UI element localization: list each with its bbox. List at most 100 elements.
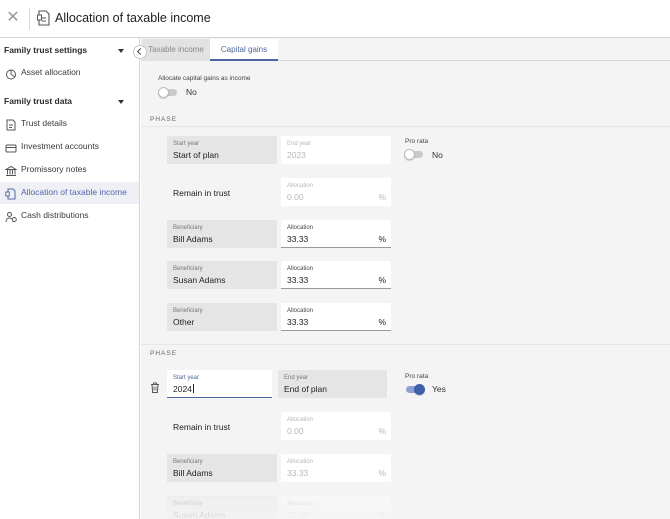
field-label: Allocation [287, 459, 314, 465]
field-value: 2023 [287, 150, 306, 160]
beneficiary-field[interactable]: Beneficiary Susan Adams [167, 496, 277, 519]
field-value: 0.00 [287, 426, 304, 436]
field-label: Allocation [287, 501, 314, 507]
chevron-down-icon[interactable] [118, 100, 124, 104]
field-value: End of plan [284, 384, 328, 394]
field-label: End year [287, 141, 312, 147]
field-label: Start year [173, 141, 200, 147]
field-label: End year [284, 375, 309, 381]
field-value: Other [173, 317, 195, 327]
beneficiary-field[interactable]: Beneficiary Bill Adams [167, 220, 277, 248]
percent-unit: % [378, 234, 386, 244]
remain-in-trust-label: Remain in trust [173, 422, 231, 432]
field-label: Beneficiary [173, 459, 203, 465]
divider [141, 344, 670, 345]
divider [29, 8, 30, 30]
allocation-field[interactable]: Allocation 33.33 % [281, 496, 391, 519]
field-label: Beneficiary [173, 225, 203, 231]
pro-rata-label: Pro rata [405, 373, 429, 380]
field-value: 2024 [173, 384, 194, 394]
allocation-field[interactable]: Allocation 0.00 % [281, 412, 391, 440]
allocation-field[interactable]: Allocation 33.33 % [281, 303, 391, 331]
sidebar-item-label: Cash distributions [21, 210, 89, 220]
field-label: Allocation [287, 225, 314, 231]
sidebar-heading-data[interactable]: Family trust data [4, 96, 72, 106]
allocation-field[interactable]: Allocation 33.33 % [281, 220, 391, 248]
sidebar-item-asset-allocation[interactable]: Asset allocation [0, 62, 139, 84]
allocation-field[interactable]: Allocation 0.00 % [281, 178, 391, 206]
percent-unit: % [378, 510, 386, 519]
field-value: 33.33 [287, 317, 309, 327]
start-year-field[interactable]: Start year Start of plan [167, 136, 277, 164]
beneficiary-field[interactable]: Beneficiary Bill Adams [167, 454, 277, 482]
sidebar-item-label: Allocation of taxable income [21, 187, 127, 197]
end-year-field[interactable]: End year End of plan [278, 370, 387, 398]
field-value: Susan Adams [173, 275, 226, 285]
field-value: Susan Adams [173, 510, 226, 519]
field-label: Start year [173, 375, 200, 381]
tab-taxable-income[interactable]: Taxable income [142, 39, 210, 61]
percent-unit: % [378, 275, 386, 285]
sidebar-item-label: Trust details [21, 118, 67, 128]
start-year-input[interactable]: Start year 2024 [167, 370, 272, 398]
allocation-field[interactable]: Allocation 33.33 % [281, 261, 391, 289]
sidebar: Family trust settings Asset allocation F… [0, 38, 140, 519]
sidebar-item-trust-details[interactable]: Trust details [0, 113, 139, 135]
sidebar-item-allocation-of-taxable-income[interactable]: Allocation of taxable income [0, 182, 139, 204]
allocation-field[interactable]: Allocation 33.33 % [281, 454, 391, 482]
capital-gains-toggle[interactable] [158, 87, 178, 98]
tab-capital-gains[interactable]: Capital gains [210, 39, 278, 61]
field-value: 0.00 [287, 192, 304, 202]
sidebar-heading-settings[interactable]: Family trust settings [4, 45, 87, 55]
building-icon [4, 164, 18, 176]
collapse-sidebar-button[interactable] [133, 45, 147, 59]
field-value: 33.33 [287, 468, 309, 478]
pro-rata-toggle[interactable] [404, 149, 424, 160]
close-icon[interactable]: ✕ [4, 9, 22, 27]
top-bar: ✕ Allocation of taxable income [0, 0, 670, 38]
person-money-icon [5, 210, 17, 223]
beneficiary-field[interactable]: Beneficiary Other [167, 303, 277, 331]
pie-chart-icon [5, 67, 17, 80]
remain-in-trust-label: Remain in trust [173, 188, 231, 198]
field-value: Start of plan [173, 150, 219, 160]
field-value: 33.33 [287, 275, 309, 285]
sidebar-item-investment-accounts[interactable]: Investment accounts [0, 136, 139, 158]
percent-unit: % [378, 468, 386, 478]
trash-icon[interactable] [150, 380, 160, 393]
sidebar-item-label: Asset allocation [21, 67, 81, 77]
end-year-field[interactable]: End year 2023 [281, 136, 391, 164]
sidebar-item-promissory-notes[interactable]: Promissory notes [0, 159, 139, 181]
sidebar-item-label: Investment accounts [21, 141, 99, 151]
sidebar-item-cash-distributions[interactable]: Cash distributions [0, 205, 139, 227]
phase-heading: PHASE [150, 116, 178, 123]
pro-rata-toggle[interactable] [404, 384, 425, 395]
main-content: Taxable income Capital gains Allocate ca… [141, 38, 670, 519]
tab-bar: Taxable income Capital gains [141, 38, 670, 61]
card-icon [5, 141, 17, 153]
beneficiary-field[interactable]: Beneficiary Susan Adams [167, 261, 277, 289]
divider [141, 126, 670, 127]
field-label: Allocation [287, 308, 314, 314]
field-label: Allocation [287, 417, 314, 423]
field-label: Beneficiary [173, 266, 203, 272]
pro-rata-label: Pro rata [405, 138, 429, 145]
percent-unit: % [378, 317, 386, 327]
text-cursor [192, 384, 194, 393]
document-icon [37, 10, 51, 26]
capital-gains-toggle-text: No [186, 87, 197, 97]
capital-gains-label: Allocate capital gains as income [158, 75, 251, 82]
page-title: Allocation of taxable income [55, 11, 211, 25]
field-label: Beneficiary [173, 308, 203, 314]
percent-unit: % [378, 426, 386, 436]
field-value: 33.33 [287, 510, 309, 519]
field-value: Bill Adams [173, 234, 213, 244]
field-label: Beneficiary [173, 501, 203, 507]
input-text: 2024 [173, 384, 192, 394]
chevron-down-icon[interactable] [118, 49, 124, 53]
field-value: Bill Adams [173, 468, 213, 478]
phase-heading: PHASE [150, 350, 178, 357]
document-edit-icon [5, 118, 17, 131]
field-value: 33.33 [287, 234, 309, 244]
document-icon [5, 187, 17, 200]
